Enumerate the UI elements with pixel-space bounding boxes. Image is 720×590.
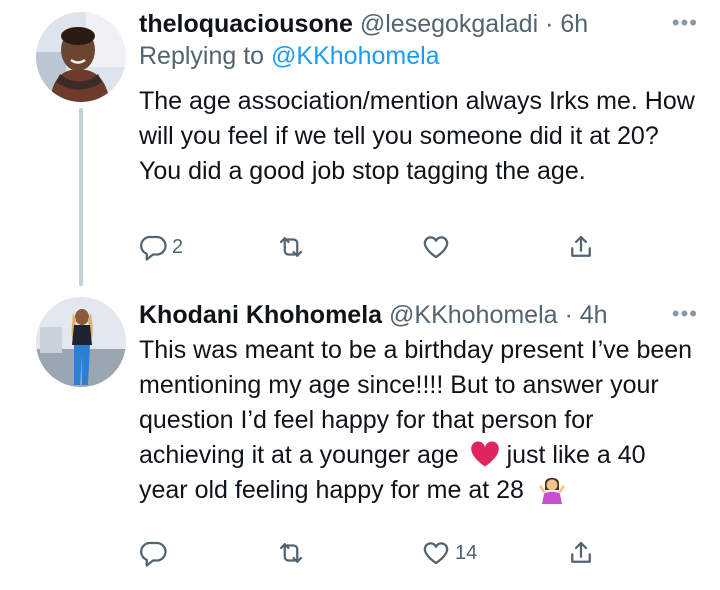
tweet[interactable]: Khodani Khohomela @KKhohomela · 4h This … xyxy=(0,285,720,590)
heart-icon xyxy=(421,232,451,262)
reply-button[interactable]: 2 xyxy=(138,232,183,262)
tweet-text: This was meant to be a birthday present … xyxy=(139,333,699,508)
reply-icon xyxy=(138,232,168,262)
replying-to: Replying to @KKhohomela xyxy=(139,40,700,72)
retweet-icon xyxy=(276,232,306,262)
display-name[interactable]: Khodani Khohomela xyxy=(139,301,382,329)
timestamp[interactable]: 6h xyxy=(560,10,588,38)
tweet-actions: 14 xyxy=(138,538,608,578)
user-handle[interactable]: @KKhohomela xyxy=(389,301,558,329)
replying-to-mention[interactable]: @KKhohomela xyxy=(271,42,440,70)
like-button[interactable] xyxy=(421,232,451,262)
tweet-text: The age association/mention always Irks … xyxy=(139,87,695,185)
tweet-content: theloquaciousone @lesegokgaladi · 6h Rep… xyxy=(139,6,700,189)
replying-to-label: Replying to xyxy=(139,42,265,70)
timestamp[interactable]: 4h xyxy=(580,301,608,329)
retweet-icon xyxy=(276,538,306,568)
reply-count: 2 xyxy=(172,235,184,258)
red-heart-emoji-icon xyxy=(470,440,500,468)
reply-button[interactable] xyxy=(138,538,172,568)
separator-dot: · xyxy=(545,10,554,38)
tweet-header: Khodani Khohomela @KKhohomela · 4h xyxy=(139,297,700,333)
tweet-actions: 2 xyxy=(138,232,608,272)
share-icon xyxy=(566,538,596,568)
share-icon xyxy=(566,232,596,262)
retweet-button[interactable] xyxy=(276,538,306,568)
avatar[interactable] xyxy=(36,12,126,102)
separator-dot: · xyxy=(564,301,573,329)
tweet-header: theloquaciousone @lesegokgaladi · 6h xyxy=(139,6,700,42)
reply-icon xyxy=(138,538,168,568)
like-count: 14 xyxy=(455,541,478,564)
tweet-content: Khodani Khohomela @KKhohomela · 4h This … xyxy=(139,297,700,508)
person-shrugging-emoji-icon xyxy=(537,474,567,504)
retweet-button[interactable] xyxy=(276,232,306,262)
share-button[interactable] xyxy=(566,232,596,262)
share-button[interactable] xyxy=(566,538,596,568)
like-button[interactable]: 14 xyxy=(421,538,477,568)
thread-line xyxy=(79,108,83,286)
avatar[interactable] xyxy=(36,297,126,387)
more-options-icon[interactable]: ••• xyxy=(672,301,698,327)
display-name[interactable]: theloquaciousone xyxy=(139,10,353,38)
heart-icon xyxy=(421,538,451,568)
more-options-icon[interactable]: ••• xyxy=(672,10,698,36)
user-handle[interactable]: @lesegokgaladi xyxy=(360,10,538,38)
tweet[interactable]: theloquaciousone @lesegokgaladi · 6h Rep… xyxy=(0,0,720,286)
